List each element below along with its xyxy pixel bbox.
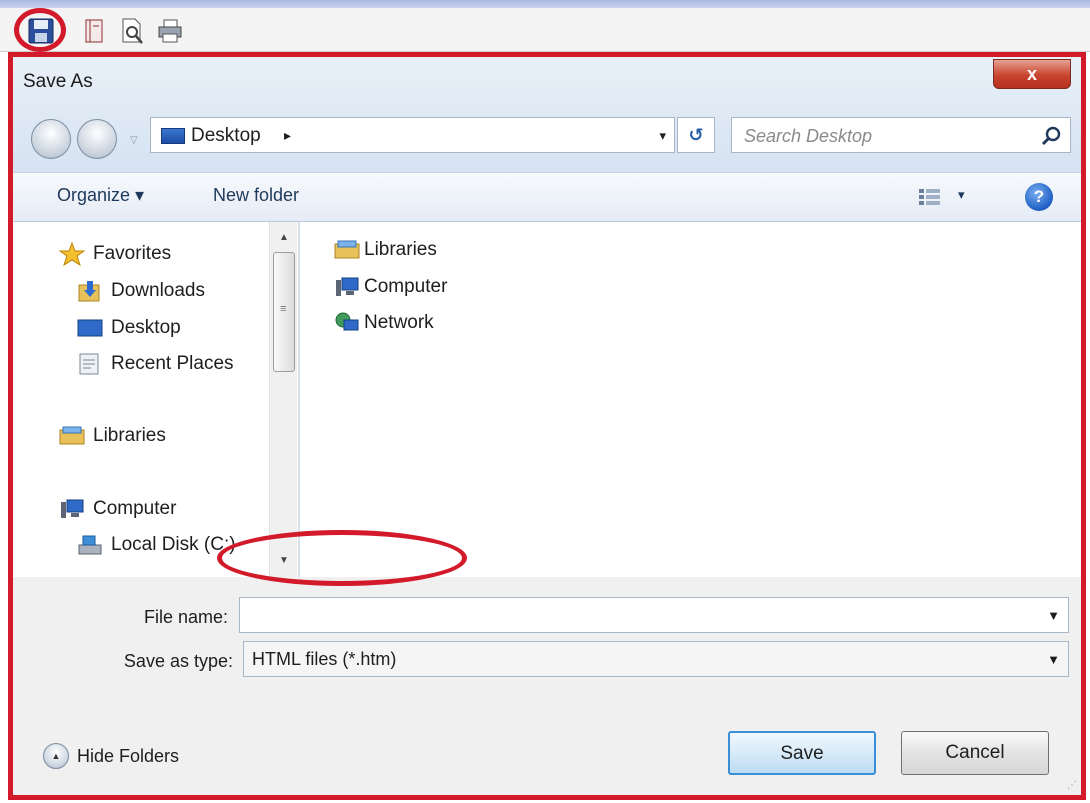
list-item-label: Computer [364, 276, 448, 297]
hide-folders-button[interactable]: ▲ Hide Folders [43, 743, 179, 769]
nav-item-label: Favorites [93, 243, 172, 264]
computer-icon [61, 499, 84, 518]
app-title-strip [0, 0, 1090, 8]
star-icon [59, 242, 85, 266]
save-icon-highlight [14, 8, 66, 52]
book-icon[interactable] [80, 16, 110, 46]
cancel-button[interactable]: Cancel [901, 731, 1049, 775]
list-item-label: Libraries [364, 239, 437, 260]
nav-item-label: Downloads [111, 280, 205, 301]
navigation-scrollbar[interactable]: ▲ ≡ ▼ [269, 222, 297, 577]
list-item-computer[interactable]: Computer [334, 275, 447, 299]
desktop-icon [77, 319, 103, 337]
file-name-label: File name: [143, 607, 228, 627]
computer-icon [336, 277, 359, 296]
organize-menu[interactable]: Organize ▾ [57, 185, 144, 206]
nav-item-libraries[interactable]: Libraries [59, 424, 166, 448]
downloads-folder-icon [78, 281, 100, 302]
refresh-button[interactable]: ↺ [677, 117, 715, 153]
nav-item-local-disk[interactable]: Local Disk (C:) [77, 533, 236, 557]
views-dropdown-icon[interactable]: ▾ [958, 187, 965, 203]
new-folder-button[interactable]: New folder [213, 185, 299, 206]
search-icon[interactable] [1040, 125, 1062, 147]
list-item-network[interactable]: Network [334, 311, 434, 335]
nav-item-label: Computer [93, 498, 177, 519]
desktop-icon [161, 128, 185, 144]
save-as-type-label: Save as type: [123, 651, 233, 671]
scrollbar-thumb[interactable]: ≡ [273, 252, 295, 372]
save-button[interactable]: Save [728, 731, 876, 775]
recent-pages-dropdown[interactable]: ▽ [130, 135, 138, 146]
file-name-dropdown-icon[interactable]: ▼ [1047, 608, 1060, 623]
nav-item-computer[interactable]: Computer [59, 497, 176, 521]
nav-item-desktop[interactable]: Desktop [77, 316, 181, 340]
save-as-type-select[interactable]: HTML files (*.htm) ▼ [243, 641, 1069, 677]
navigation-pane: Favorites Downloads Desktop Recent Place… [13, 222, 299, 577]
dialog-title: Save As [23, 71, 93, 92]
nav-item-favorites[interactable]: Favorites [59, 242, 171, 266]
network-icon [335, 312, 359, 331]
scrollbar-grip-icon: ≡ [280, 303, 287, 315]
chevron-right-icon[interactable]: ▸ [284, 127, 291, 144]
save-as-type-value: HTML files (*.htm) [252, 649, 397, 669]
nav-item-label: Recent Places [111, 353, 234, 374]
dialog-header [13, 57, 1081, 172]
libraries-icon [334, 240, 360, 259]
nav-item-recent-places[interactable]: Recent Places [77, 352, 234, 376]
file-name-highlight [217, 530, 467, 586]
libraries-icon [59, 426, 85, 445]
search-input[interactable]: Search Desktop [731, 117, 1071, 153]
address-dropdown-icon[interactable]: ▾ [659, 128, 666, 144]
print-preview-icon[interactable] [117, 16, 147, 46]
recent-places-icon [79, 353, 99, 375]
save-as-dialog: Save As x ▽ Desktop ▸ ▾ ↺ Search Desktop… [8, 52, 1086, 800]
file-list: Libraries Computer Network [300, 222, 1081, 577]
nav-item-label: Local Disk (C:) [111, 534, 236, 555]
views-icon[interactable] [918, 187, 942, 207]
chevron-up-icon: ▲ [43, 743, 69, 769]
local-disk-icon [78, 535, 102, 555]
forward-button[interactable] [77, 119, 117, 159]
resize-grip-icon[interactable]: ⋰ [1067, 780, 1077, 791]
list-item-libraries[interactable]: Libraries [334, 238, 437, 262]
command-bar: Organize ▾ New folder ▾ ? [13, 172, 1081, 222]
back-button[interactable] [31, 119, 71, 159]
print-icon[interactable] [155, 16, 185, 46]
address-bar[interactable]: Desktop ▸ ▾ [150, 117, 675, 153]
list-item-label: Network [364, 312, 434, 333]
save-as-type-dropdown-icon[interactable]: ▼ [1047, 652, 1060, 667]
hide-folders-label: Hide Folders [77, 745, 180, 766]
search-placeholder: Search Desktop [744, 126, 873, 146]
file-name-field[interactable]: ▼ [239, 597, 1069, 633]
nav-item-label: Desktop [111, 317, 181, 338]
close-button[interactable]: x [993, 59, 1071, 89]
help-icon[interactable]: ? [1025, 183, 1053, 211]
nav-item-downloads[interactable]: Downloads [77, 279, 205, 303]
address-location[interactable]: Desktop [191, 125, 261, 147]
scroll-up-icon[interactable]: ▲ [270, 226, 298, 250]
app-toolbar [0, 8, 1090, 52]
nav-item-label: Libraries [93, 425, 166, 446]
